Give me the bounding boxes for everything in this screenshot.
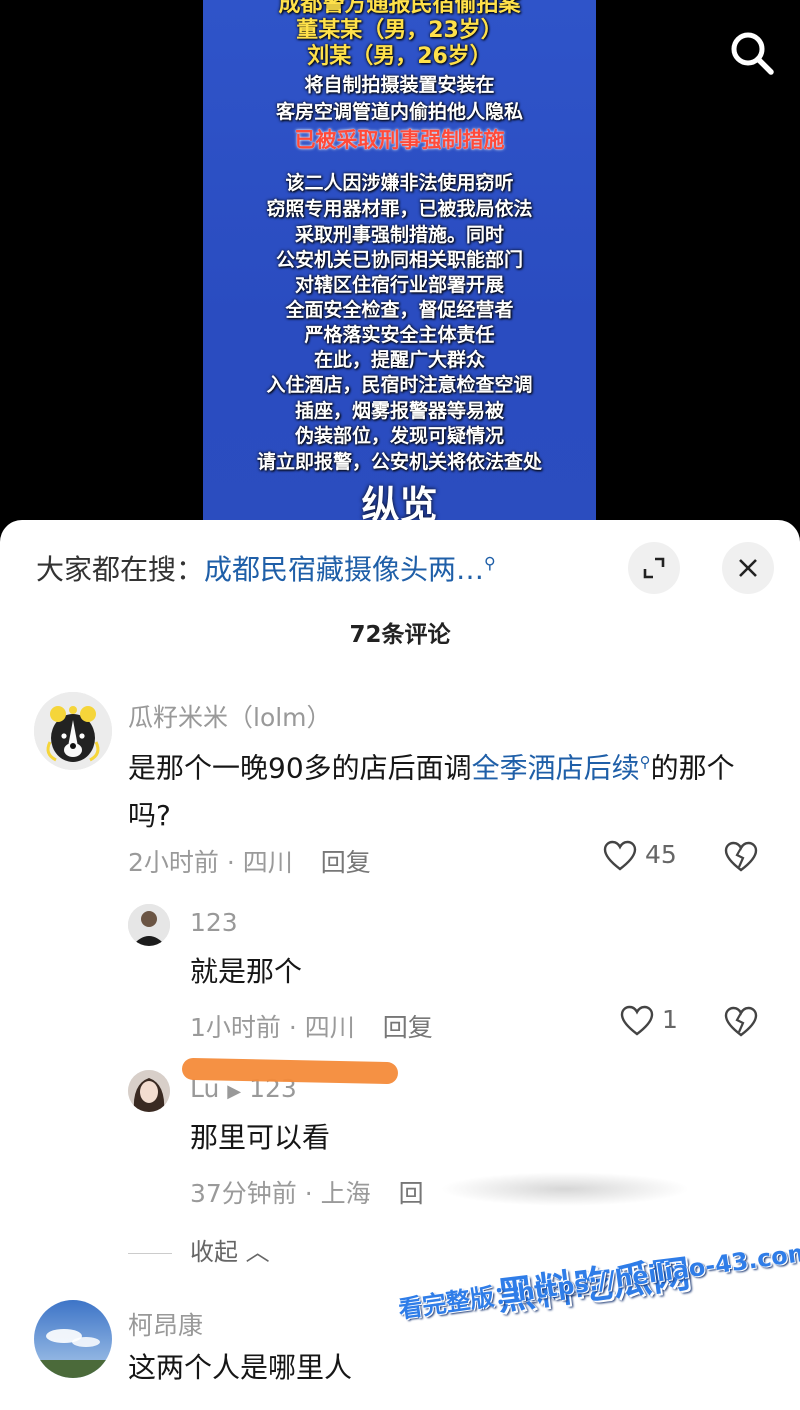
reply-text: 就是那个	[190, 955, 303, 988]
reply-meta: 37分钟前 · 上海回	[190, 1179, 424, 1208]
broken-heart-icon	[724, 1006, 758, 1037]
blur-patch	[440, 1172, 690, 1206]
comment-search-link[interactable]: 全季酒店后续	[472, 751, 640, 784]
poster-line: 入住酒店，民宿时注意检查空调	[266, 374, 533, 396]
poster-line: 在此，提醒广大群众	[313, 349, 485, 371]
poster-line: 客房空调管道内偷拍他人隐私	[275, 101, 523, 123]
poster-line: 公安机关已协同相关职能部门	[275, 249, 523, 271]
search-small-icon: ⚲	[639, 753, 651, 771]
dislike-button[interactable]	[724, 841, 758, 877]
video-poster: 纵览 成都警方通报民宿偷拍案 董某某（男，23岁） 刘某（男，26岁） 将自制拍摄装置…	[203, 0, 596, 540]
poster-line: 伪装部位，发现可疑情况	[294, 425, 504, 447]
poster-line: 插座，烟雾报警器等易被	[294, 400, 504, 422]
dislike-button[interactable]	[724, 1006, 758, 1042]
reply-meta: 1小时前 · 四川 回复	[190, 1013, 433, 1042]
hot-search-prefix: 大家都在搜：	[36, 553, 205, 586]
poster-line: 该二人因涉嫌非法使用窃听	[285, 172, 514, 194]
sky-avatar-icon	[34, 1300, 112, 1378]
reply-author[interactable]: 123	[190, 908, 238, 937]
avatar[interactable]	[34, 692, 112, 770]
hot-search-bar[interactable]: 大家都在搜：成都民宿藏摄像头两…⚲	[36, 548, 496, 588]
reply-button[interactable]: 回复	[321, 848, 371, 877]
poster-line: 采取刑事强制措施。同时	[294, 224, 504, 246]
comment-meta: 2小时前 · 四川 回复	[128, 848, 371, 877]
reply-text: 那里可以看	[190, 1121, 331, 1154]
poster-line: 已被采取刑事强制措施	[294, 128, 505, 152]
dog-avatar-icon	[34, 692, 112, 770]
reply-button[interactable]: 回复	[383, 1013, 433, 1042]
like-count: 1	[661, 1005, 678, 1034]
avatar[interactable]	[34, 1300, 112, 1378]
divider	[128, 1252, 172, 1254]
poster-line: 刘某（男，26岁）	[307, 44, 492, 69]
comment-author[interactable]: 瓜籽米米（lolm）	[128, 698, 332, 734]
heart-icon	[620, 1005, 654, 1036]
comment-text: 是那个一晚90多的店后面调全季酒店后续⚲的那个吗?	[128, 751, 735, 833]
reply-button[interactable]: 回	[399, 1179, 424, 1208]
video-player[interactable]: 纵览 成都警方通报民宿偷拍案 董某某（男，23岁） 刘某（男，26岁） 将自制拍摄装置…	[0, 0, 800, 540]
expand-button[interactable]	[628, 542, 680, 594]
poster-line: 严格落实安全主体责任	[304, 324, 495, 346]
comment-text: 这两个人是哪里人	[128, 1351, 353, 1384]
highlight-marker	[181, 1057, 399, 1085]
avatar[interactable]	[128, 904, 170, 946]
reply-arrow-icon: ▶	[227, 1081, 242, 1102]
expand-icon	[643, 557, 665, 579]
broken-heart-icon	[724, 841, 758, 872]
search-button[interactable]	[726, 28, 778, 80]
like-button[interactable]: 45	[603, 840, 677, 872]
comment-author[interactable]: 柯昂康	[128, 1306, 203, 1342]
search-icon	[731, 32, 774, 75]
close-icon	[739, 559, 757, 577]
person-avatar-icon	[128, 1070, 170, 1112]
poster-line: 对辖区住宿行业部署开展	[294, 274, 504, 296]
close-button[interactable]	[722, 542, 774, 594]
collapse-replies[interactable]: 收起 ︿	[128, 1232, 270, 1267]
avatar[interactable]	[128, 1070, 170, 1112]
poster-line: 将自制拍摄装置安装在	[304, 74, 495, 96]
poster-line: 全面安全检查，督促经营者	[285, 299, 514, 321]
poster-line: 窃照专用器材罪，已被我局依法	[266, 198, 533, 220]
chevron-up-icon: ︿	[245, 1238, 270, 1266]
heart-icon	[603, 840, 637, 871]
hot-search-link[interactable]: 成都民宿藏摄像头两…	[204, 553, 484, 586]
like-button[interactable]: 1	[620, 1005, 678, 1037]
search-small-icon: ⚲	[484, 553, 496, 573]
like-count: 45	[644, 840, 677, 869]
poster-line: 请立即报警，公安机关将依法查处	[256, 451, 542, 473]
person-avatar-icon	[128, 904, 170, 946]
comment-count: 72条评论	[349, 622, 451, 648]
